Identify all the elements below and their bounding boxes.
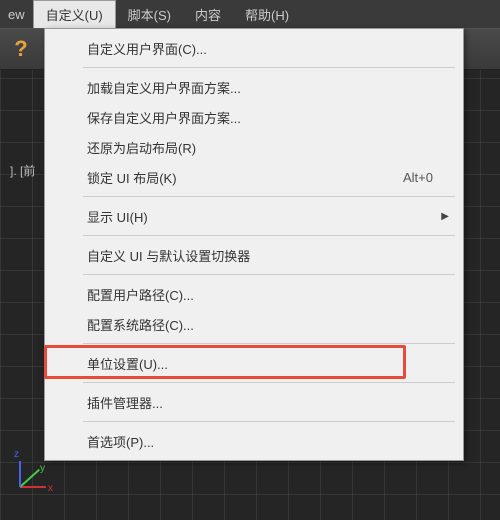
menu-item-label: 配置系统路径(C)... bbox=[87, 315, 194, 334]
menu-item[interactable]: 自定义用户界面(C)... bbox=[47, 33, 461, 63]
menu-item[interactable]: 保存自定义用户界面方案... bbox=[47, 102, 461, 132]
menu-item-label: 锁定 UI 布局(K) bbox=[87, 168, 177, 187]
menu-item-label: 单位设置(U)... bbox=[87, 354, 168, 373]
menu-item-label: 保存自定义用户界面方案... bbox=[87, 108, 241, 127]
axis-y-label: y bbox=[40, 463, 45, 474]
menu-item-label: 插件管理器... bbox=[87, 393, 163, 412]
menu-item-label: 自定义用户界面(C)... bbox=[87, 39, 207, 58]
menu-item[interactable]: 锁定 UI 布局(K) Alt+0 bbox=[47, 162, 461, 192]
menu-item-shortcut: Alt+0 bbox=[403, 170, 433, 185]
menu-item[interactable]: 配置系统路径(C)... bbox=[47, 309, 461, 339]
axis-z-line bbox=[19, 461, 21, 487]
menu-item[interactable]: 显示 UI(H) ▶ bbox=[47, 201, 461, 231]
viewport-label: ]. [前 bbox=[10, 162, 35, 179]
menu-item[interactable]: 自定义 UI 与默认设置切换器 bbox=[47, 240, 461, 270]
menu-item-label: 自定义 UI 与默认设置切换器 bbox=[87, 246, 250, 265]
menu-item-label: 还原为启动布局(R) bbox=[87, 138, 196, 157]
menubar: ew 自定义(U) 脚本(S) 内容 帮助(H) bbox=[0, 0, 500, 28]
axis-z-label: z bbox=[14, 449, 19, 460]
menubar-item-view-fragment[interactable]: ew bbox=[0, 0, 33, 28]
menu-item[interactable]: 加载自定义用户界面方案... bbox=[47, 72, 461, 102]
menubar-item-content[interactable]: 内容 bbox=[183, 0, 233, 28]
menu-item-label: 首选项(P)... bbox=[87, 432, 154, 451]
menubar-item-customize[interactable]: 自定义(U) bbox=[33, 0, 116, 28]
menu-item-label: 加载自定义用户界面方案... bbox=[87, 78, 241, 97]
menu-item[interactable]: 还原为启动布局(R) bbox=[47, 132, 461, 162]
menu-separator bbox=[83, 382, 455, 383]
menu-item[interactable]: 首选项(P)... bbox=[47, 426, 461, 456]
menu-separator bbox=[83, 274, 455, 275]
axis-y-line bbox=[19, 469, 40, 488]
axis-x-line bbox=[20, 486, 46, 488]
menu-item[interactable]: 配置用户路径(C)... bbox=[47, 279, 461, 309]
menu-separator bbox=[83, 67, 455, 68]
menu-item-label: 配置用户路径(C)... bbox=[87, 285, 194, 304]
menubar-item-script[interactable]: 脚本(S) bbox=[116, 0, 183, 28]
help-icon[interactable]: ? bbox=[6, 34, 36, 64]
menu-separator bbox=[83, 235, 455, 236]
menu-separator bbox=[83, 343, 455, 344]
axis-x-label: x bbox=[48, 483, 53, 494]
menu-item[interactable]: 单位设置(U)... bbox=[47, 348, 461, 378]
submenu-arrow-icon: ▶ bbox=[441, 211, 449, 222]
menu-separator bbox=[83, 421, 455, 422]
menu-separator bbox=[83, 196, 455, 197]
customize-dropdown: 自定义用户界面(C)... 加载自定义用户界面方案... 保存自定义用户界面方案..… bbox=[44, 28, 464, 461]
menu-item-label: 显示 UI(H) bbox=[87, 207, 148, 226]
menubar-item-help[interactable]: 帮助(H) bbox=[233, 0, 301, 28]
menu-item[interactable]: 插件管理器... bbox=[47, 387, 461, 417]
